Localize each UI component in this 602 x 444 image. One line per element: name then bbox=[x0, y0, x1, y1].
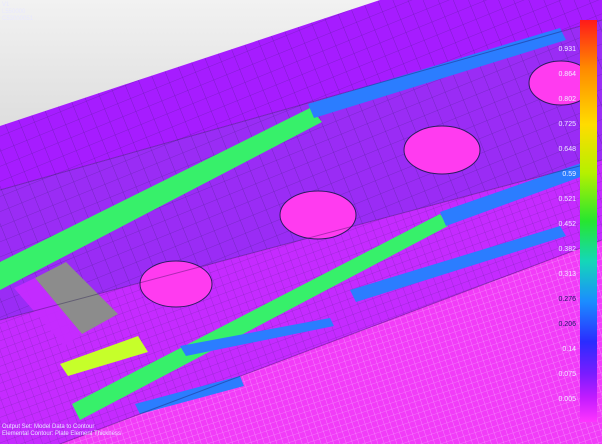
viewport[interactable]: V1 L550000 C53000051 Output Set: Model D… bbox=[0, 0, 602, 444]
hud-line-3: C53000051 bbox=[2, 16, 34, 22]
hud-line-1: V1 bbox=[2, 2, 10, 8]
legend-tick-6: 0.521 bbox=[558, 196, 576, 203]
opening-2[interactable] bbox=[279, 190, 357, 240]
contour-text: Elemental Contour: Plate Element Thickne… bbox=[2, 431, 121, 437]
legend-tick-5: 0.59 bbox=[562, 171, 576, 178]
legend-tick-0: 0.931 bbox=[558, 46, 576, 53]
fe-model[interactable] bbox=[0, 0, 602, 444]
legend-tick-8: 0.382 bbox=[558, 246, 576, 253]
opening-1[interactable] bbox=[139, 260, 213, 308]
legend-tick-1: 0.864 bbox=[558, 71, 576, 78]
legend-tick-13: 0.075 bbox=[558, 371, 576, 378]
output-set-text: Output Set: Model Data to Contour bbox=[2, 424, 95, 430]
hud-top-left: V1 L550000 C53000051 bbox=[2, 2, 33, 23]
legend-tick-14: 0.005 bbox=[558, 396, 576, 403]
legend-tick-10: 0.276 bbox=[558, 296, 576, 303]
legend-color-bar bbox=[580, 20, 597, 422]
legend-tick-7: 0.452 bbox=[558, 221, 576, 228]
legend-tick-11: 0.206 bbox=[558, 321, 576, 328]
hud-bottom-left: Output Set: Model Data to Contour Elemen… bbox=[2, 424, 121, 438]
contour-legend: 0.931 0.864 0.802 0.725 0.648 0.59 0.521… bbox=[558, 20, 597, 422]
hud-line-2: L550000 bbox=[2, 9, 26, 15]
opening-3[interactable] bbox=[403, 125, 481, 175]
legend-tick-12: 0.14 bbox=[562, 346, 576, 353]
legend-tick-9: 0.313 bbox=[558, 271, 576, 278]
legend-tick-3: 0.725 bbox=[558, 121, 576, 128]
legend-tick-2: 0.802 bbox=[558, 96, 576, 103]
legend-tick-4: 0.648 bbox=[558, 146, 576, 153]
